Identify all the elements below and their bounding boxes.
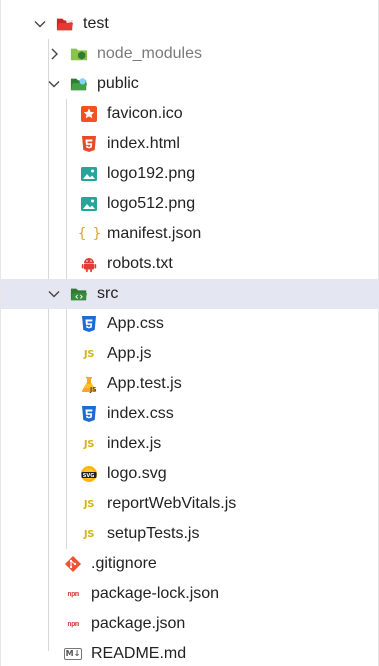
tree-item-label: package-lock.json bbox=[91, 585, 220, 602]
js-icon: JS bbox=[80, 345, 98, 363]
tree-item-label: README.md bbox=[91, 645, 187, 662]
chevron-down-icon[interactable] bbox=[46, 76, 62, 92]
tree-item-index-css[interactable]: index.css bbox=[1, 399, 379, 429]
json-braces-glyph: { } bbox=[77, 226, 101, 242]
folder-src-icon bbox=[70, 285, 88, 303]
image-icon bbox=[80, 195, 98, 213]
tree-item-logo192[interactable]: logo192.png bbox=[1, 159, 379, 189]
tree-item-package-json[interactable]: npm package.json bbox=[1, 609, 379, 639]
tree-item-app-js[interactable]: JS App.js bbox=[1, 339, 379, 369]
npm-icon: npm bbox=[64, 585, 82, 603]
svg-text:SVG: SVG bbox=[83, 473, 95, 479]
tree-item-index-html[interactable]: index.html bbox=[1, 129, 379, 159]
tree-item-package-lock[interactable]: npm package-lock.json bbox=[1, 579, 379, 609]
markdown-glyph: M↓ bbox=[63, 648, 83, 660]
tree-item-node-modules[interactable]: node_modules bbox=[1, 39, 379, 69]
favicon-icon bbox=[80, 105, 98, 123]
js-glyph: JS bbox=[83, 348, 95, 360]
tree-item-logo-svg[interactable]: SVG logo.svg bbox=[1, 459, 379, 489]
css-icon bbox=[80, 315, 98, 333]
tree-item-app-test-js[interactable]: JS App.test.js bbox=[1, 369, 379, 399]
npm-glyph: npm bbox=[67, 620, 79, 628]
tree-item-label: App.js bbox=[107, 345, 152, 362]
chevron-down-icon[interactable] bbox=[32, 16, 48, 32]
folder-node-icon bbox=[70, 45, 88, 63]
js-icon: JS bbox=[80, 525, 98, 543]
git-icon bbox=[64, 555, 82, 573]
tree-item-logo512[interactable]: logo512.png bbox=[1, 189, 379, 219]
tree-item-label: logo192.png bbox=[107, 165, 196, 182]
tree-item-gitignore[interactable]: .gitignore bbox=[1, 549, 379, 579]
svg-text:JS: JS bbox=[89, 387, 97, 394]
tree-item-manifest[interactable]: { } manifest.json bbox=[1, 219, 379, 249]
svg-icon: SVG bbox=[80, 465, 98, 483]
tree-item-label: .gitignore bbox=[91, 555, 157, 572]
tree-item-favicon[interactable]: favicon.ico bbox=[1, 99, 379, 129]
test-js-icon: JS bbox=[80, 375, 98, 393]
html-icon bbox=[80, 135, 98, 153]
tree-item-report-web-vitals[interactable]: JS reportWebVitals.js bbox=[1, 489, 379, 519]
chevron-down-icon[interactable] bbox=[46, 286, 62, 302]
tree-item-label: robots.txt bbox=[107, 255, 173, 272]
tree-item-test[interactable]: test bbox=[1, 9, 379, 39]
tree-item-app-css[interactable]: App.css bbox=[1, 309, 379, 339]
file-tree: test node_modules public favicon.ico ind… bbox=[1, 9, 379, 666]
tree-item-label: App.test.js bbox=[107, 375, 182, 392]
npm-glyph: npm bbox=[67, 590, 79, 598]
tree-item-src[interactable]: src bbox=[1, 279, 379, 309]
tree-item-label: manifest.json bbox=[107, 225, 202, 242]
tree-item-label: index.js bbox=[107, 435, 162, 452]
tree-item-label: public bbox=[97, 75, 139, 92]
js-glyph: JS bbox=[83, 438, 95, 450]
markdown-icon: M↓ bbox=[63, 645, 83, 663]
tree-item-label: App.css bbox=[107, 315, 164, 332]
npm-icon: npm bbox=[64, 615, 82, 633]
tree-item-public[interactable]: public bbox=[1, 69, 379, 99]
folder-open-red-icon bbox=[56, 15, 74, 33]
js-icon: JS bbox=[80, 435, 98, 453]
js-glyph: JS bbox=[83, 528, 95, 540]
tree-item-label: logo512.png bbox=[107, 195, 196, 212]
robot-icon bbox=[80, 255, 98, 273]
tree-item-label: test bbox=[83, 15, 109, 32]
image-icon bbox=[80, 165, 98, 183]
tree-item-label: setupTests.js bbox=[107, 525, 200, 542]
chevron-right-icon[interactable] bbox=[46, 46, 62, 62]
tree-item-readme[interactable]: M↓ README.md bbox=[1, 639, 379, 666]
js-glyph: JS bbox=[83, 498, 95, 510]
css-icon bbox=[80, 405, 98, 423]
file-explorer: test node_modules public favicon.ico ind… bbox=[0, 0, 379, 666]
tree-item-label: favicon.ico bbox=[107, 105, 183, 122]
js-icon: JS bbox=[80, 495, 98, 513]
tree-item-label: index.css bbox=[107, 405, 174, 422]
tree-item-label: index.html bbox=[107, 135, 180, 152]
folder-public-icon bbox=[70, 75, 88, 93]
tree-item-robots[interactable]: robots.txt bbox=[1, 249, 379, 279]
tree-item-label: src bbox=[97, 285, 119, 302]
tree-item-index-js[interactable]: JS index.js bbox=[1, 429, 379, 459]
tree-item-label: node_modules bbox=[97, 45, 202, 62]
tree-item-label: logo.svg bbox=[107, 465, 167, 482]
tree-item-setup-tests[interactable]: JS setupTests.js bbox=[1, 519, 379, 549]
tree-item-label: reportWebVitals.js bbox=[107, 495, 237, 512]
tree-item-label: package.json bbox=[91, 615, 186, 632]
json-braces-icon: { } bbox=[77, 225, 101, 243]
